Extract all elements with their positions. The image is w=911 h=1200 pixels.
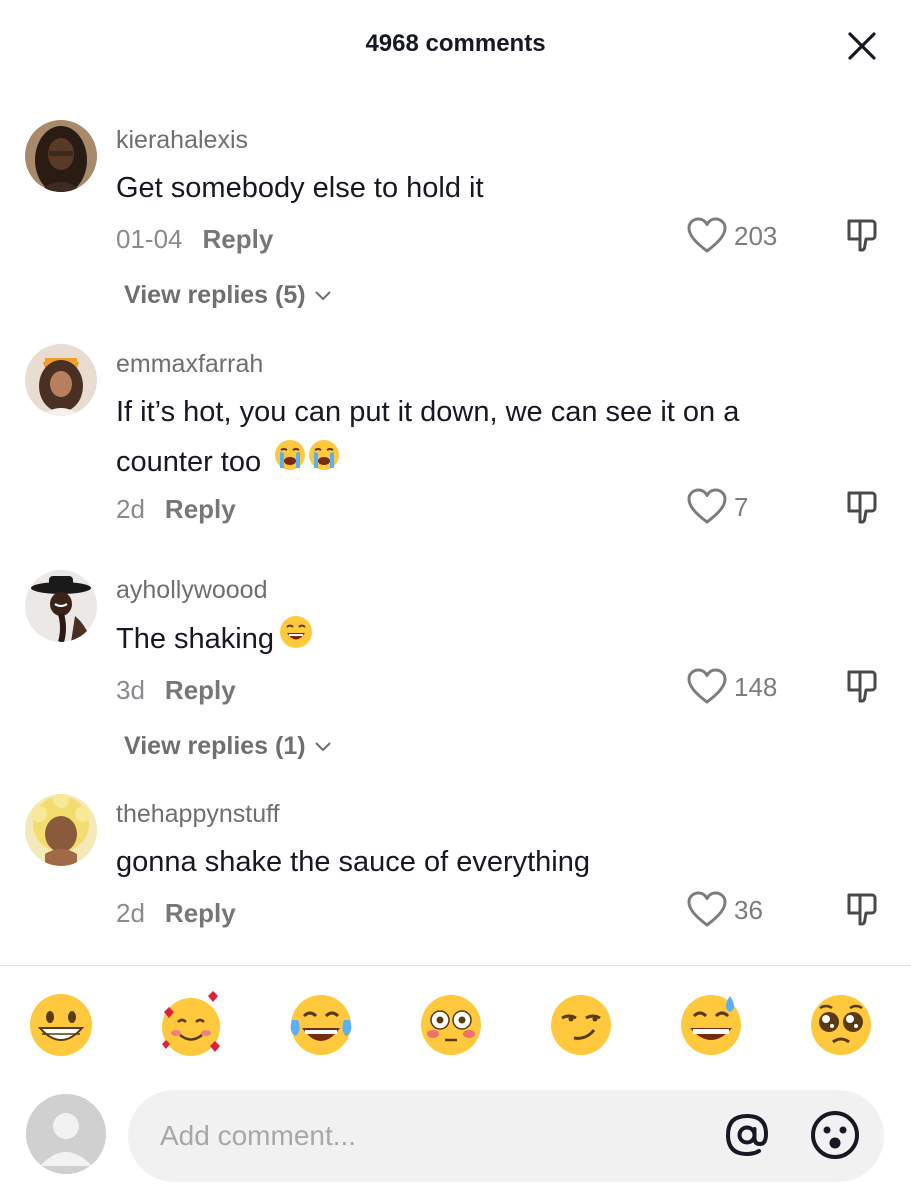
- comment-date: 01-04: [116, 224, 183, 254]
- avatar[interactable]: [25, 794, 97, 866]
- reply-button[interactable]: Reply: [165, 494, 236, 524]
- comment-meta: 3d Reply: [116, 675, 236, 706]
- reply-button[interactable]: Reply: [165, 675, 236, 705]
- heart-icon: [687, 488, 727, 524]
- heart-icon: [687, 668, 727, 704]
- at-icon[interactable]: [722, 1110, 772, 1160]
- comment-text: Get somebody else to hold it: [116, 172, 484, 204]
- emoji-quick-bar: [0, 990, 911, 1070]
- grinning-face-with-sweat-icon[interactable]: [676, 990, 746, 1060]
- pleading-face-icon[interactable]: [806, 990, 876, 1060]
- view-replies-button[interactable]: View replies (5): [124, 281, 332, 310]
- emoji-icon[interactable]: [808, 1108, 862, 1162]
- flushed-face-icon[interactable]: [416, 990, 486, 1060]
- comment-username[interactable]: thehappynstuff: [116, 800, 280, 829]
- comment-text: If it’s hot, you can put it down, we can…: [116, 387, 836, 488]
- reply-button[interactable]: Reply: [203, 224, 274, 254]
- comment-text: The shaking: [116, 614, 836, 666]
- view-replies-label: View replies (1): [124, 732, 306, 760]
- dislike-icon[interactable]: [843, 890, 881, 928]
- comment-username[interactable]: kierahalexis: [116, 126, 248, 155]
- dislike-icon[interactable]: [843, 488, 881, 526]
- comment-username[interactable]: emmaxfarrah: [116, 350, 263, 379]
- dislike-icon[interactable]: [843, 667, 881, 705]
- face-with-tears-of-joy-icon: [278, 614, 314, 666]
- reply-button[interactable]: Reply: [165, 898, 236, 928]
- comments-sheet: 4968 comments kierahalexis Get somebody …: [0, 0, 911, 1200]
- smiling-face-with-hearts-icon[interactable]: [156, 990, 226, 1060]
- comment-text-line: If it’s hot, you can put it down, we can…: [116, 396, 740, 428]
- like-count: 7: [734, 491, 749, 522]
- like-button[interactable]: 7: [686, 487, 748, 527]
- avatar[interactable]: [25, 570, 97, 642]
- like-button[interactable]: 203: [686, 216, 777, 256]
- like-count: 203: [734, 220, 778, 251]
- like-count: 36: [734, 894, 763, 925]
- comment-composer: [0, 1088, 911, 1188]
- comment-text-content: The shaking: [116, 623, 274, 655]
- comment-meta: 2d Reply: [116, 494, 236, 525]
- comment-date: 3d: [116, 675, 145, 705]
- loudly-crying-face-icon: [307, 438, 341, 488]
- divider: [0, 965, 911, 966]
- avatar[interactable]: [25, 120, 97, 192]
- view-replies-label: View replies (5): [124, 281, 306, 309]
- comment-text-line2: counter too: [116, 446, 262, 478]
- comment-meta: 01-04 Reply: [116, 224, 273, 255]
- face-with-tears-of-joy-icon[interactable]: [286, 990, 356, 1060]
- like-button[interactable]: 148: [686, 667, 777, 707]
- grinning-face-icon[interactable]: [26, 990, 96, 1060]
- user-avatar[interactable]: [26, 1094, 106, 1174]
- like-button[interactable]: 36: [686, 890, 763, 930]
- comments-count-title: 4968 comments: [365, 30, 546, 57]
- comments-header: 4968 comments: [0, 0, 911, 92]
- dislike-icon[interactable]: [843, 216, 881, 254]
- comment-date: 2d: [116, 898, 145, 928]
- heart-icon: [687, 891, 727, 927]
- comment-date: 2d: [116, 494, 145, 524]
- chevron-down-icon: [314, 741, 331, 751]
- comment-username[interactable]: ayhollywoood: [116, 576, 268, 605]
- comment-meta: 2d Reply: [116, 898, 236, 929]
- heart-icon: [687, 217, 727, 253]
- chevron-down-icon: [314, 290, 331, 300]
- avatar[interactable]: [25, 344, 97, 416]
- view-replies-button[interactable]: View replies (1): [124, 732, 332, 761]
- loudly-crying-face-icon: [273, 438, 307, 488]
- close-icon[interactable]: [842, 26, 882, 66]
- comment-text: gonna shake the sauce of everything: [116, 846, 590, 878]
- smirking-face-icon[interactable]: [546, 990, 616, 1060]
- comment-text-line: counter too: [116, 437, 836, 488]
- like-count: 148: [734, 671, 778, 702]
